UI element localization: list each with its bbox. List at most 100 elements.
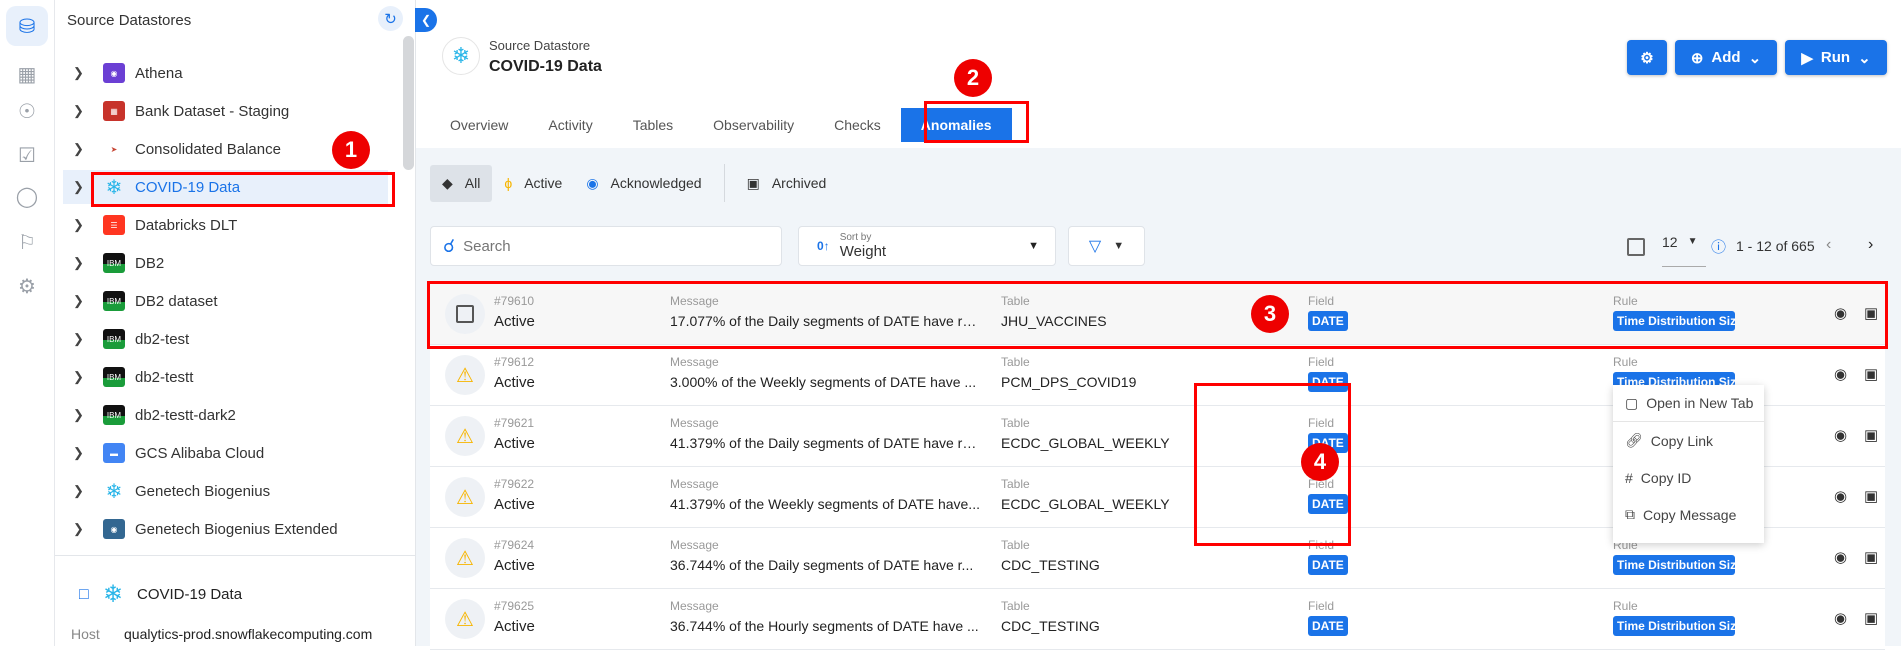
pagination-range: 1 - 12 of 665 xyxy=(1736,238,1815,254)
tab-anomalies[interactable]: Anomalies xyxy=(900,108,1012,142)
chevron-right-icon[interactable]: ❯ xyxy=(63,65,93,81)
filter-label: Acknowledged xyxy=(610,175,702,191)
field-tag: DATE xyxy=(1308,372,1348,392)
snowflake-icon: ❄ xyxy=(105,176,123,199)
previous-page-button[interactable]: ‹ xyxy=(1826,236,1831,254)
anomaly-row[interactable]: ⚠ #79625 Active Message 36.744% of the H… xyxy=(430,589,1885,650)
settings-button[interactable]: ⚙ xyxy=(1627,40,1667,75)
tab-checks[interactable]: Checks xyxy=(814,108,901,142)
tab-overview[interactable]: Overview xyxy=(430,108,528,142)
eye-icon[interactable]: ◉ xyxy=(1834,609,1847,627)
dropdown-arrow-icon: ▼ xyxy=(1113,240,1125,252)
dropdown-arrow-icon: ▼ xyxy=(1687,236,1698,247)
sidebar-scrollbar[interactable] xyxy=(403,36,414,170)
annotation-marker-4: 4 xyxy=(1301,443,1339,481)
eye-icon[interactable]: ◉ xyxy=(1834,548,1847,566)
menu-copy-message[interactable]: ⧉ Copy Message xyxy=(1613,496,1764,533)
sidebar-item[interactable]: ❯ IBM db2-testt-dark2 xyxy=(63,398,388,432)
sidebar-item[interactable]: ❯ IBM db2-testt xyxy=(63,360,388,394)
sidebar-item[interactable]: ❯ IBM DB2 xyxy=(63,246,388,280)
add-button[interactable]: ⊕ Add ⌄ xyxy=(1675,40,1777,75)
menu-copy-link[interactable]: 🔗︎ Copy Link xyxy=(1613,422,1764,459)
compass-icon[interactable]: ☉ xyxy=(6,91,48,131)
archive-icon[interactable]: ▣ xyxy=(1864,609,1878,627)
tab-tables[interactable]: Tables xyxy=(613,108,693,142)
warning-icon[interactable]: ⚠ xyxy=(445,416,485,456)
filter-active[interactable]: ϕ Active xyxy=(492,165,574,202)
sidebar-item[interactable]: ❯ ◉ Genetech Biogenius Extended xyxy=(63,512,388,546)
help-icon[interactable]: ⓘ xyxy=(1711,236,1726,257)
table-label: Table xyxy=(1001,294,1030,308)
menu-copy-id[interactable]: # Copy ID xyxy=(1613,459,1764,496)
chevron-right-icon[interactable]: ❯ xyxy=(63,103,93,119)
chevron-right-icon[interactable]: ❯ xyxy=(63,331,93,347)
page-size-select[interactable]: 12 ▼ xyxy=(1662,234,1706,267)
sidebar-item[interactable]: ❯ ◉ Athena xyxy=(63,56,388,90)
chevron-right-icon[interactable]: ❯ xyxy=(63,483,93,499)
sidebar-item[interactable]: ❯ ☰ Databricks DLT xyxy=(63,208,388,242)
redshift-icon: ▦ xyxy=(103,101,125,121)
page-subtitle: Source Datastore xyxy=(489,38,591,53)
chevron-right-icon[interactable]: ❯ xyxy=(63,369,93,385)
anomaly-row[interactable]: #79610 Active Message 17.077% of the Dai… xyxy=(430,284,1885,345)
menu-open-new-tab[interactable]: ▢ Open in New Tab xyxy=(1613,385,1764,422)
table-label: Table xyxy=(1001,416,1030,430)
sidebar-item-label: db2-test xyxy=(135,330,190,348)
refresh-button[interactable]: ↻ xyxy=(378,6,403,31)
rule-label: Rule xyxy=(1613,355,1638,369)
datastores-icon[interactable]: ⛁ xyxy=(6,6,48,46)
archive-icon[interactable]: ▣ xyxy=(1864,426,1878,444)
eye-icon[interactable]: ◉ xyxy=(1834,365,1847,383)
warning-icon[interactable]: ⚠ xyxy=(445,538,485,578)
warning-icon[interactable]: ⚠ xyxy=(445,355,485,395)
chevron-right-icon[interactable]: ❯ xyxy=(63,255,93,271)
annotation-marker-1: 1 xyxy=(332,131,370,169)
sidebar-item[interactable]: ❯ ▬ GCS Alibaba Cloud xyxy=(63,436,388,470)
row-checkbox[interactable] xyxy=(445,294,485,334)
tag-icon[interactable]: ◯ xyxy=(6,176,48,216)
checklist-icon[interactable]: ☑ xyxy=(6,135,48,175)
search-input[interactable]: ☌ xyxy=(430,226,782,266)
search-field[interactable] xyxy=(463,237,764,255)
anomaly-message: 36.744% of the Hourly segments of DATE h… xyxy=(670,618,979,634)
next-page-button[interactable]: › xyxy=(1868,236,1873,254)
eye-icon[interactable]: ◉ xyxy=(1834,304,1847,322)
alert-settings-icon[interactable]: ⚐ xyxy=(6,222,48,262)
sort-select[interactable]: 0↑ Sort by Weight ▼ xyxy=(798,226,1056,266)
plus-circle-icon: ⊕ xyxy=(1690,49,1704,67)
filter-archived[interactable]: ▣ Archived xyxy=(735,165,839,202)
archive-icon[interactable]: ▣ xyxy=(1864,548,1878,566)
hierarchy-icon[interactable]: ▦ xyxy=(6,54,48,94)
chevron-right-icon[interactable]: ❯ xyxy=(63,141,93,157)
chevron-right-icon[interactable]: ❯ xyxy=(63,407,93,423)
bookmark-icon[interactable]: □ xyxy=(79,586,89,604)
filter-button[interactable]: ▽ ▼ xyxy=(1068,226,1145,266)
tab-activity[interactable]: Activity xyxy=(528,108,612,142)
chevron-right-icon[interactable]: ❯ xyxy=(63,217,93,233)
warning-icon[interactable]: ⚠ xyxy=(445,477,485,517)
archive-icon[interactable]: ▣ xyxy=(1864,365,1878,383)
select-all-checkbox[interactable] xyxy=(1627,238,1645,256)
sidebar-item[interactable]: ❯ ▦ Bank Dataset - Staging xyxy=(63,94,388,128)
gear-icon[interactable]: ⚙ xyxy=(6,266,48,306)
sidebar-item[interactable]: ❯ IBM db2-test xyxy=(63,322,388,356)
archive-icon[interactable]: ▣ xyxy=(1864,304,1878,322)
chevron-right-icon[interactable]: ❯ xyxy=(63,521,93,537)
field-tag: DATE xyxy=(1308,494,1348,514)
filter-all[interactable]: ◆ All xyxy=(430,164,493,202)
tab-observability[interactable]: Observability xyxy=(693,108,814,142)
sidebar-item[interactable]: ❯ ❄ Genetech Biogenius xyxy=(63,474,388,508)
message-label: Message xyxy=(670,599,719,613)
run-button[interactable]: ▶ Run ⌄ xyxy=(1785,40,1887,75)
archive-icon[interactable]: ▣ xyxy=(1864,487,1878,505)
eye-icon[interactable]: ◉ xyxy=(1834,487,1847,505)
sidebar-item[interactable]: ❯ ❄ COVID-19 Data xyxy=(63,170,388,204)
eye-icon[interactable]: ◉ xyxy=(1834,426,1847,444)
chevron-right-icon[interactable]: ❯ xyxy=(63,445,93,461)
chevron-right-icon[interactable]: ❯ xyxy=(63,179,93,195)
warning-icon[interactable]: ⚠ xyxy=(445,599,485,639)
datastore-name: COVID-19 Data xyxy=(137,586,243,603)
sidebar-item[interactable]: ❯ IBM DB2 dataset xyxy=(63,284,388,318)
chevron-right-icon[interactable]: ❯ xyxy=(63,293,93,309)
filter-acknowledged[interactable]: ◉ Acknowledged xyxy=(574,165,713,202)
